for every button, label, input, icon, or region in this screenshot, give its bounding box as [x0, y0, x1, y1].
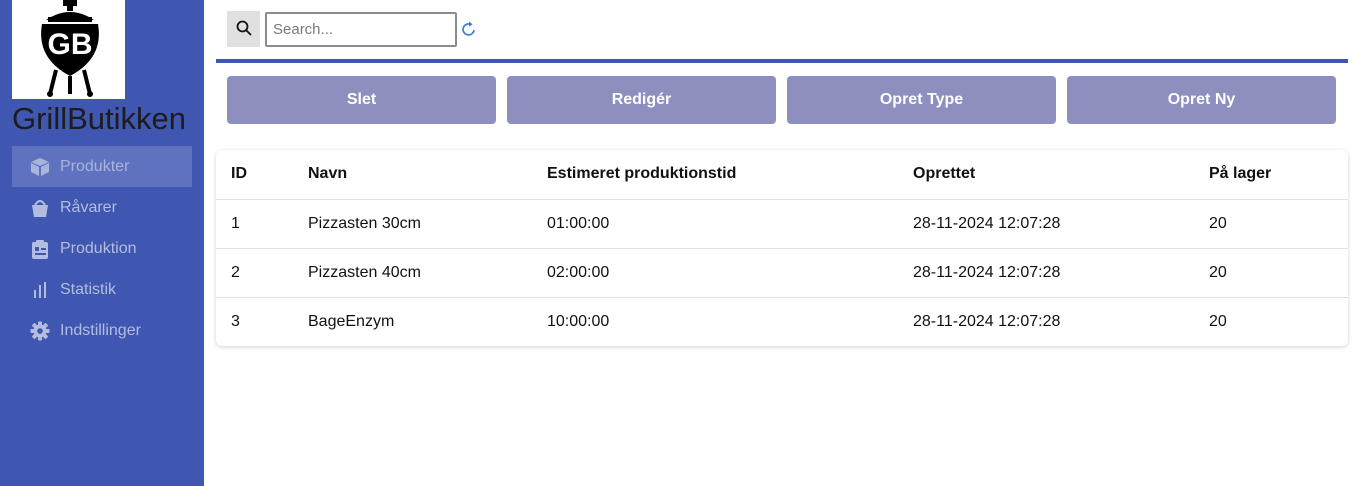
- logo: GB: [12, 0, 125, 99]
- edit-button[interactable]: Redigér: [507, 76, 776, 124]
- cell-paa-lager: 20: [1209, 198, 1348, 248]
- cell-navn: Pizzasten 40cm: [308, 247, 547, 297]
- cell-paa-lager: 20: [1209, 247, 1348, 297]
- products-table-card: ID Navn Estimeret produktionstid Oprette…: [216, 150, 1348, 346]
- sidebar-item-label: Råvarer: [60, 198, 117, 216]
- sidebar-item-statistik[interactable]: Statistik: [12, 269, 192, 310]
- cell-navn: Pizzasten 30cm: [308, 198, 547, 248]
- box-icon: [30, 157, 50, 177]
- sidebar-item-ravarer[interactable]: Råvarer: [12, 187, 192, 228]
- cell-paa-lager: 20: [1209, 296, 1348, 346]
- delete-button[interactable]: Slet: [227, 76, 496, 124]
- create-new-button[interactable]: Opret Ny: [1067, 76, 1336, 124]
- cell-oprettet: 28-11-2024 12:07:28: [913, 296, 1209, 346]
- cell-produktionstid: 10:00:00: [547, 296, 913, 346]
- products-table: ID Navn Estimeret produktionstid Oprette…: [216, 150, 1348, 346]
- search-icon: [236, 20, 252, 39]
- sidebar-item-label: Produktion: [60, 239, 137, 257]
- sidebar: GB GrillButikken Produkter Råvarer Produ…: [0, 0, 204, 486]
- sidebar-item-produktion[interactable]: Produktion: [12, 228, 192, 269]
- search-button[interactable]: [227, 11, 260, 47]
- create-type-button[interactable]: Opret Type: [787, 76, 1056, 124]
- cell-id: 2: [216, 247, 308, 297]
- refresh-icon[interactable]: [461, 20, 477, 38]
- cell-oprettet: 28-11-2024 12:07:28: [913, 198, 1209, 248]
- column-header-id[interactable]: ID: [216, 150, 308, 199]
- clipboard-icon: [30, 239, 50, 259]
- table-row[interactable]: 1 Pizzasten 30cm 01:00:00 28-11-2024 12:…: [216, 198, 1348, 248]
- cell-produktionstid: 02:00:00: [547, 247, 913, 297]
- sidebar-item-label: Produkter: [60, 157, 130, 175]
- table-header-row: ID Navn Estimeret produktionstid Oprette…: [216, 150, 1348, 199]
- table-row[interactable]: 2 Pizzasten 40cm 02:00:00 28-11-2024 12:…: [216, 247, 1348, 297]
- sidebar-item-produkter[interactable]: Produkter: [12, 146, 192, 187]
- cell-id: 3: [216, 296, 308, 346]
- gear-icon: [30, 321, 50, 341]
- cell-navn: BageEnzym: [308, 296, 547, 346]
- cell-produktionstid: 01:00:00: [547, 198, 913, 248]
- column-header-produktionstid[interactable]: Estimeret produktionstid: [547, 150, 913, 199]
- sidebar-nav: Produkter Råvarer Produktion Statistik I…: [12, 146, 192, 351]
- action-toolbar: Slet Redigér Opret Type Opret Ny: [227, 76, 1336, 124]
- column-header-paa-lager[interactable]: På lager: [1209, 150, 1348, 199]
- app-root: GB GrillButikken Produkter Råvarer Produ…: [0, 0, 1360, 486]
- bar-chart-icon: [30, 280, 50, 300]
- sidebar-item-label: Statistik: [60, 280, 117, 298]
- bucket-icon: [30, 198, 50, 218]
- search-input[interactable]: [265, 12, 457, 47]
- column-header-navn[interactable]: Navn: [308, 150, 547, 199]
- column-header-oprettet[interactable]: Oprettet: [913, 150, 1209, 199]
- cell-id: 1: [216, 198, 308, 248]
- table-row[interactable]: 3 BageEnzym 10:00:00 28-11-2024 12:07:28…: [216, 296, 1348, 346]
- cell-oprettet: 28-11-2024 12:07:28: [913, 247, 1209, 297]
- logo-text: GB: [48, 28, 93, 61]
- sidebar-item-label: Indstillinger: [60, 321, 141, 339]
- header-divider: [216, 59, 1348, 63]
- brand-name: GrillButikken: [12, 101, 186, 136]
- sidebar-item-indstillinger[interactable]: Indstillinger: [12, 310, 192, 351]
